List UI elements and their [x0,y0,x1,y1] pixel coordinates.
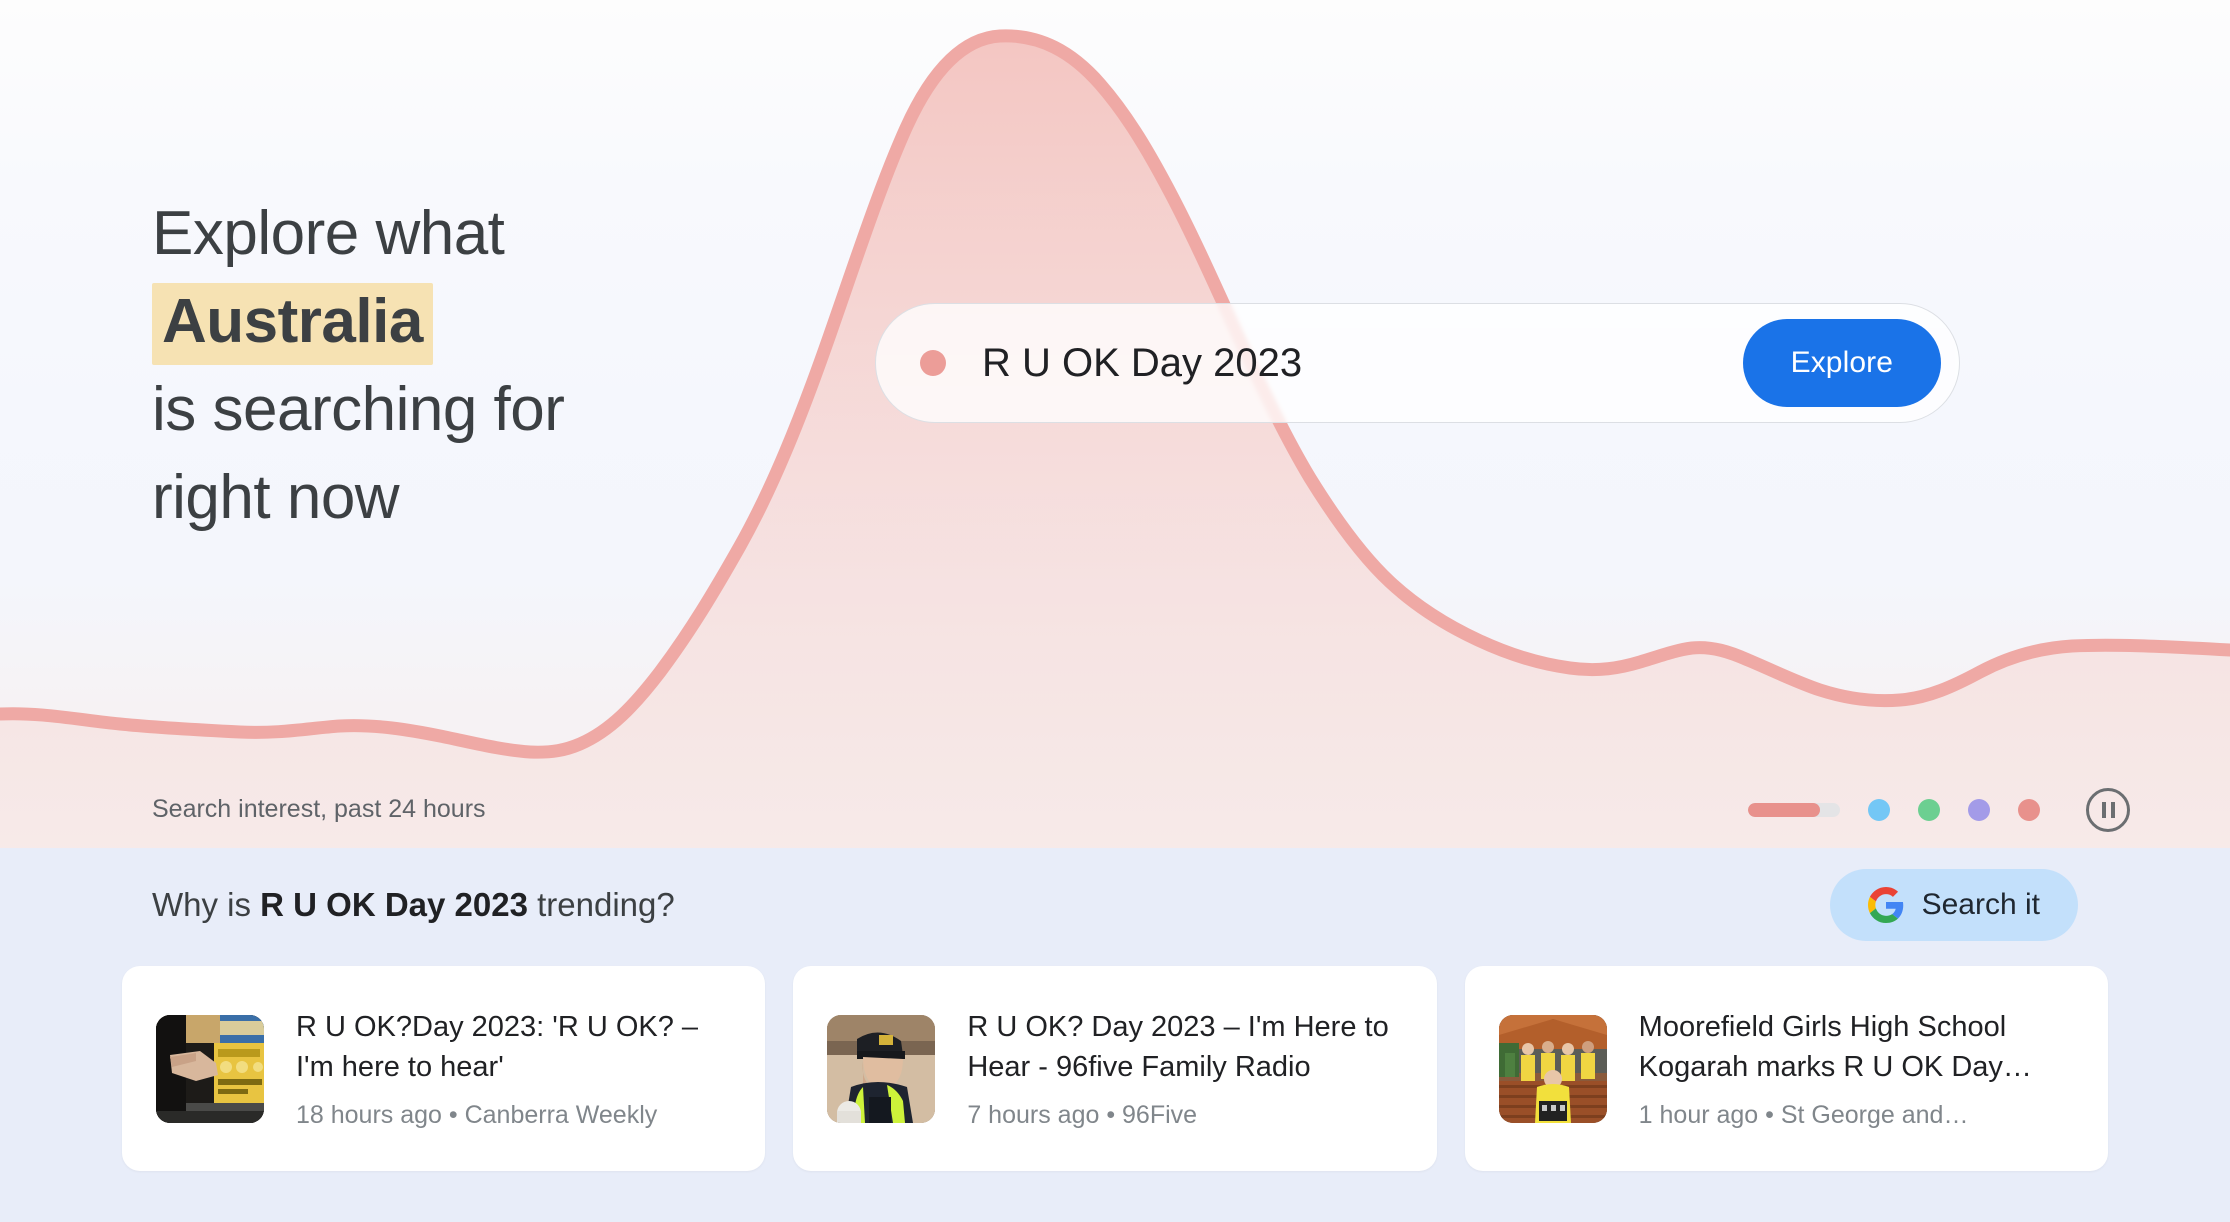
google-g-icon [1867,887,1903,923]
carousel-dot-green[interactable] [1918,799,1940,821]
news-card-title: R U OK? Day 2023 – I'm Here to Hear - 96… [967,1011,1389,1083]
why-trending-title: Why is R U OK Day 2023 trending? [152,886,675,924]
thumbnail-image-2 [827,1014,936,1123]
carousel-dot-salmon[interactable] [2018,799,2040,821]
carousel-progress-bar[interactable] [1748,803,1840,817]
why-keyword: R U OK Day 2023 [260,886,528,923]
search-it-button[interactable]: Search it [1829,869,2078,941]
trending-search-pill[interactable]: R U OK Day 2023 Explore [875,303,1960,423]
trending-term: R U OK Day 2023 [982,340,1303,385]
carousel-dot-blue[interactable] [1868,799,1890,821]
news-card[interactable]: R U OK?Day 2023: 'R U OK? – I'm here to … [122,966,766,1171]
headline-line-3: is searching for [152,375,565,444]
pause-icon[interactable] [2086,788,2130,832]
page-title: Explore what Australia is searching for … [152,190,872,542]
search-it-label: Search it [1921,888,2040,921]
thumbnail-image-1 [156,1014,264,1123]
news-card-title: Moorefield Girls High School Kogarah mar… [1638,1011,2007,1083]
news-thumbnail [827,1014,936,1123]
trend-dot-icon [920,350,946,376]
carousel-dot-purple[interactable] [1968,799,1990,821]
why-prefix: Why is [152,886,261,923]
headline-country: Australia [152,283,433,365]
news-card-meta: 7 hours ago • 96Five [967,1101,1198,1129]
hero-section: Explore what Australia is searching for … [0,0,2230,848]
thumbnail-image-3 [1498,1014,1607,1123]
news-header-row: Why is R U OK Day 2023 trending? Search … [0,868,2230,942]
news-card-title: R U OK?Day 2023: 'R U OK? – I'm here to … [296,1011,699,1083]
trends-page: Explore what Australia is searching for … [0,0,2230,1222]
carousel-controls [1748,787,2130,833]
news-card-body: R U OK?Day 2023: 'R U OK? – I'm here to … [296,1007,731,1130]
carousel-progress-fill [1748,803,1820,817]
news-card-body: Moorefield Girls High School Kogarah mar… [1639,1007,2074,1130]
news-card-list: R U OK?Day 2023: 'R U OK? – I'm here to … [0,966,2230,1171]
headline-line-1: Explore what [152,199,505,268]
news-card[interactable]: R U OK? Day 2023 – I'm Here to Hear - 96… [793,966,1437,1171]
news-card-meta: 18 hours ago • Canberra Weekly [296,1101,658,1129]
why-suffix: trending? [527,886,675,923]
headline-line-4: right now [152,463,400,532]
news-section: Why is R U OK Day 2023 trending? Search … [0,848,2230,1222]
news-card-body: R U OK? Day 2023 – I'm Here to Hear - 96… [967,1007,1402,1130]
news-card[interactable]: Moorefield Girls High School Kogarah mar… [1464,966,2108,1171]
explore-button[interactable]: Explore [1742,319,1941,407]
news-card-meta: 1 hour ago • St George and… [1638,1101,1969,1129]
chart-caption: Search interest, past 24 hours [152,795,486,823]
hero-content: Explore what Australia is searching for … [0,0,2230,848]
news-thumbnail [156,1014,264,1123]
news-thumbnail [1498,1014,1607,1123]
